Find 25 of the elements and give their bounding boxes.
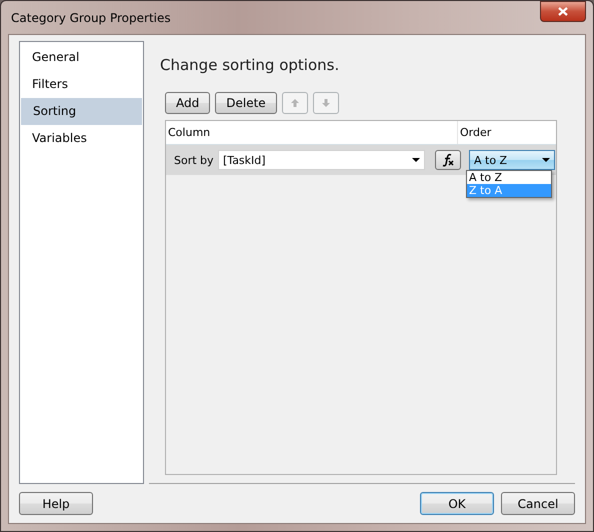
- page-heading: Change sorting options.: [160, 56, 340, 74]
- dialog-button[interactable]: OK: [420, 492, 494, 515]
- window-title: Category Group Properties: [10, 10, 171, 24]
- column-header: Order: [459, 125, 492, 141]
- caret-icon: [542, 158, 550, 162]
- sidebar-item[interactable]: Filters: [20, 71, 143, 98]
- close-icon: [558, 7, 568, 16]
- caret-icon: [412, 158, 420, 162]
- column-dropdown[interactable]: [TaskId]: [218, 150, 425, 170]
- dialog-button[interactable]: Cancel: [501, 492, 575, 515]
- function-icon: [441, 153, 455, 167]
- down-arrow-icon: [320, 98, 331, 108]
- sidebar-item[interactable]: General: [20, 44, 143, 71]
- close-button[interactable]: [540, 1, 586, 22]
- order-dropdown[interactable]: A to Z: [469, 150, 555, 170]
- dropdown-option[interactable]: A to Z: [467, 171, 551, 184]
- toolbar-button[interactable]: Add: [165, 92, 210, 114]
- dialog-button[interactable]: Help: [19, 492, 93, 515]
- toolbar-button[interactable]: Delete: [215, 92, 277, 114]
- column-header: Column: [166, 121, 458, 144]
- sidebar-item[interactable]: Variables: [20, 125, 143, 152]
- up-arrow-icon: [290, 98, 300, 108]
- sidebar-item[interactable]: Sorting: [21, 98, 142, 125]
- expression-button[interactable]: [435, 150, 461, 170]
- row-label: Sort by: [174, 154, 215, 166]
